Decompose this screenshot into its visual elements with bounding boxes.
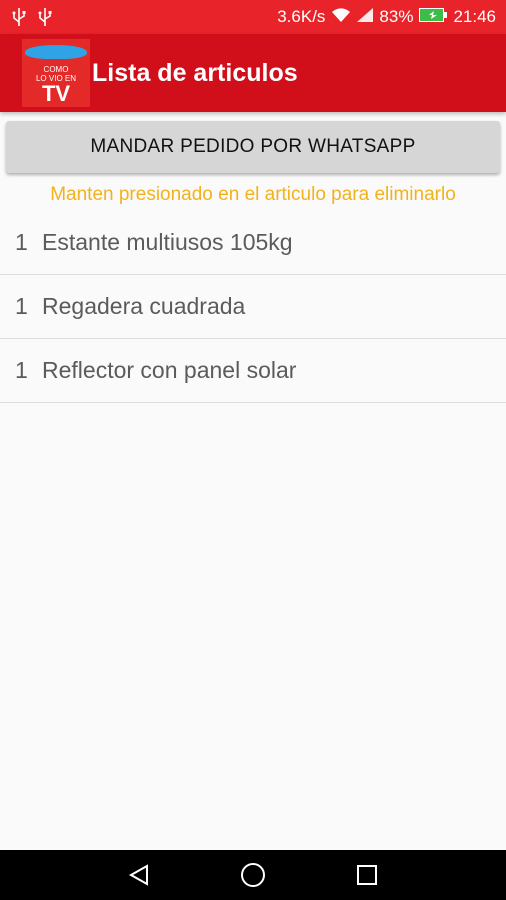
- signal-icon: [357, 7, 374, 27]
- status-left: [12, 8, 52, 26]
- item-name: Regadera cuadrada: [42, 293, 246, 319]
- back-icon[interactable]: [121, 857, 157, 893]
- list-item[interactable]: 1 Estante multiusos 105kg: [0, 211, 506, 275]
- battery-percent: 83%: [379, 7, 414, 26]
- item-quantity: 1: [15, 357, 28, 383]
- clock: 21:46: [453, 7, 496, 26]
- usb-icon: [12, 8, 26, 26]
- usb-icon: [38, 8, 52, 26]
- logo-text-line3: TV: [41, 81, 71, 106]
- item-list: 1 Estante multiusos 105kg 1 Regadera cua…: [0, 211, 506, 403]
- logo-splash: [25, 45, 87, 59]
- send-whatsapp-order-button[interactable]: MANDAR PEDIDO POR WHATSAPP: [6, 121, 500, 173]
- app-logo: COMO LO VIO EN TV: [22, 39, 90, 107]
- list-item[interactable]: 1 Reflector con panel solar: [0, 339, 506, 403]
- network-speed: 3.6K/s: [277, 7, 326, 26]
- home-icon[interactable]: [235, 857, 271, 893]
- status-bar: 3.6K/s 83% 21:46: [0, 0, 506, 34]
- logo-text-line1: COMO: [43, 65, 69, 74]
- navigation-bar: [0, 850, 506, 900]
- item-name: Reflector con panel solar: [42, 357, 297, 383]
- app-bar: COMO LO VIO EN TV Lista de articulos: [0, 34, 506, 112]
- status-right: 3.6K/s 83% 21:46: [277, 7, 496, 28]
- wifi-icon: [331, 7, 351, 28]
- item-quantity: 1: [15, 293, 28, 319]
- item-name: Estante multiusos 105kg: [42, 229, 293, 255]
- recents-icon[interactable]: [349, 857, 385, 893]
- list-item[interactable]: 1 Regadera cuadrada: [0, 275, 506, 339]
- battery-icon: [419, 7, 448, 27]
- delete-hint: Manten presionado en el articulo para el…: [50, 184, 456, 205]
- item-quantity: 1: [15, 229, 28, 255]
- page-title: Lista de articulos: [92, 58, 298, 87]
